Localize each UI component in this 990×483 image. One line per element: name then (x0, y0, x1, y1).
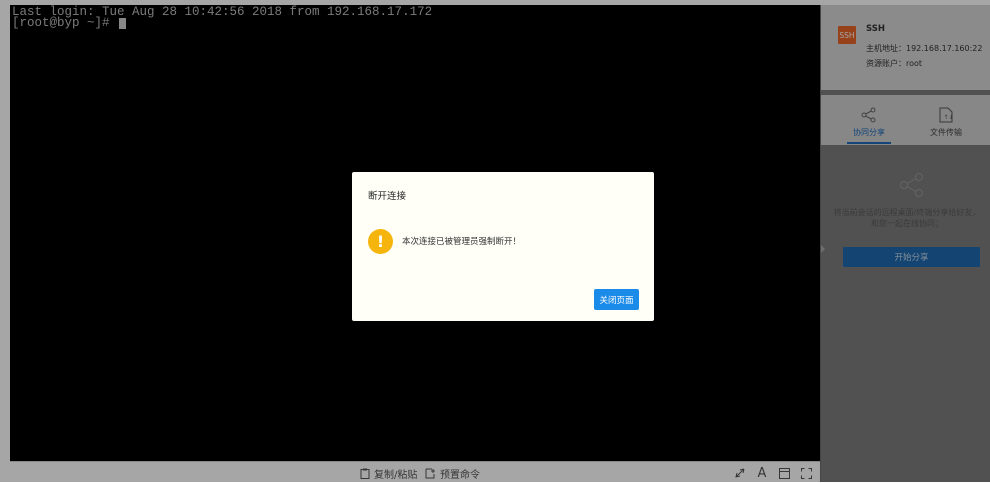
dialog-title: 断开连接 (368, 191, 407, 202)
modal-overlay: 断开连接 ! 本次连接已被管理员强制断开！ 关闭页面 (0, 0, 990, 482)
warning-icon: ! (368, 229, 393, 254)
dialog-message: 本次连接已被管理员强制断开！ (402, 237, 522, 247)
close-page-button[interactable]: 关闭页面 (594, 289, 639, 310)
disconnect-dialog: 断开连接 ! 本次连接已被管理员强制断开！ 关闭页面 (352, 172, 654, 321)
